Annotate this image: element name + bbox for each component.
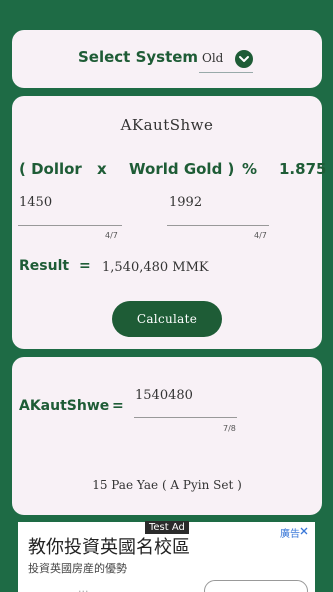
ad-subline[interactable]: 投資英國房産的優勢	[28, 560, 127, 576]
akautshwe-card: AKautShwe = 1540480 7/8 15 Pae Yae ( A P…	[12, 357, 322, 515]
pyin-set-text: 15 Pae Yae ( A Pyin Set )	[92, 478, 242, 492]
formula-multiply-sign: x	[97, 160, 107, 178]
chevron-down-icon	[239, 56, 249, 62]
dollar-input-underline	[18, 225, 122, 226]
result-value: 1,540,480 MMK	[102, 260, 209, 275]
test-ad-tag: Test Ad	[145, 521, 189, 534]
formula-divisor: 1.875	[279, 160, 327, 178]
akautshwe-input-underline	[134, 417, 237, 418]
select-system-card: Select System Old	[12, 30, 322, 88]
formula-percent-sign: %	[242, 160, 258, 178]
akautshwe-input[interactable]: 1540480	[135, 388, 193, 403]
gold-input-fraction: 4/7	[254, 231, 267, 240]
result-label: Result	[19, 258, 70, 274]
system-select-value[interactable]: Old	[202, 51, 223, 65]
system-dropdown-button[interactable]	[235, 50, 253, 68]
result-equals: =	[79, 258, 91, 274]
calculator-title: AKautShwe	[120, 116, 214, 134]
formula-world-gold-label: World Gold )	[129, 160, 235, 178]
ad-cta-button[interactable]	[204, 580, 308, 592]
dollar-input-fraction: 4/7	[105, 231, 118, 240]
gold-input[interactable]: 1992	[169, 195, 202, 210]
akautshwe-equals: =	[112, 398, 124, 414]
ad-close-icon[interactable]	[300, 527, 308, 535]
akautshwe-fraction: 7/8	[223, 424, 236, 433]
ad-faint-text: ...	[78, 582, 89, 592]
gold-input-underline	[167, 225, 269, 226]
calculate-button[interactable]: Calculate	[112, 301, 222, 337]
formula-dollar-label: ( Dollor	[19, 160, 82, 178]
ad-choices-label[interactable]: 廣告	[280, 525, 300, 540]
ad-headline[interactable]: 教你投資英國名校區	[28, 533, 190, 559]
select-system-label: Select System	[78, 48, 199, 66]
calculator-card: AKautShwe ( Dollor x World Gold ) % 1.87…	[12, 96, 326, 349]
akautshwe-label: AKautShwe	[19, 398, 110, 414]
system-select-underline	[199, 72, 253, 73]
dollar-input[interactable]: 1450	[19, 195, 52, 210]
